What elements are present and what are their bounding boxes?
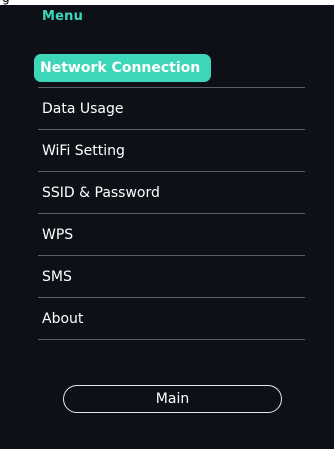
menu-title: Menu <box>42 9 84 24</box>
menu-item-ssid-password[interactable]: SSID & Password <box>38 172 305 214</box>
menu-item-wps[interactable]: WPS <box>38 214 305 256</box>
menu-item-label: WPS <box>42 226 74 243</box>
main-button-label: Main <box>155 391 190 407</box>
menu-item-network-connection[interactable]: Network Connection <box>34 54 305 88</box>
menu-item-label: SSID & Password <box>42 184 160 201</box>
menu-item-about[interactable]: About <box>38 298 305 340</box>
menu-item-wifi-setting[interactable]: WiFi Setting <box>38 130 305 172</box>
menu-item-label: SMS <box>42 268 72 285</box>
menu-item-label: About <box>42 310 84 327</box>
menu-item-label: WiFi Setting <box>42 142 125 159</box>
menu-item-sms[interactable]: SMS <box>38 256 305 298</box>
menu-list: Network Connection Data Usage WiFi Setti… <box>34 54 305 340</box>
menu-item-label: Data Usage <box>42 100 124 117</box>
menu-item-data-usage[interactable]: Data Usage <box>38 88 305 130</box>
main-button[interactable]: Main <box>63 385 282 413</box>
menu-item-label: Network Connection <box>40 60 201 76</box>
menu-panel: Menu Network Connection Data Usage WiFi … <box>0 5 334 449</box>
active-pill: Network Connection <box>34 54 212 82</box>
